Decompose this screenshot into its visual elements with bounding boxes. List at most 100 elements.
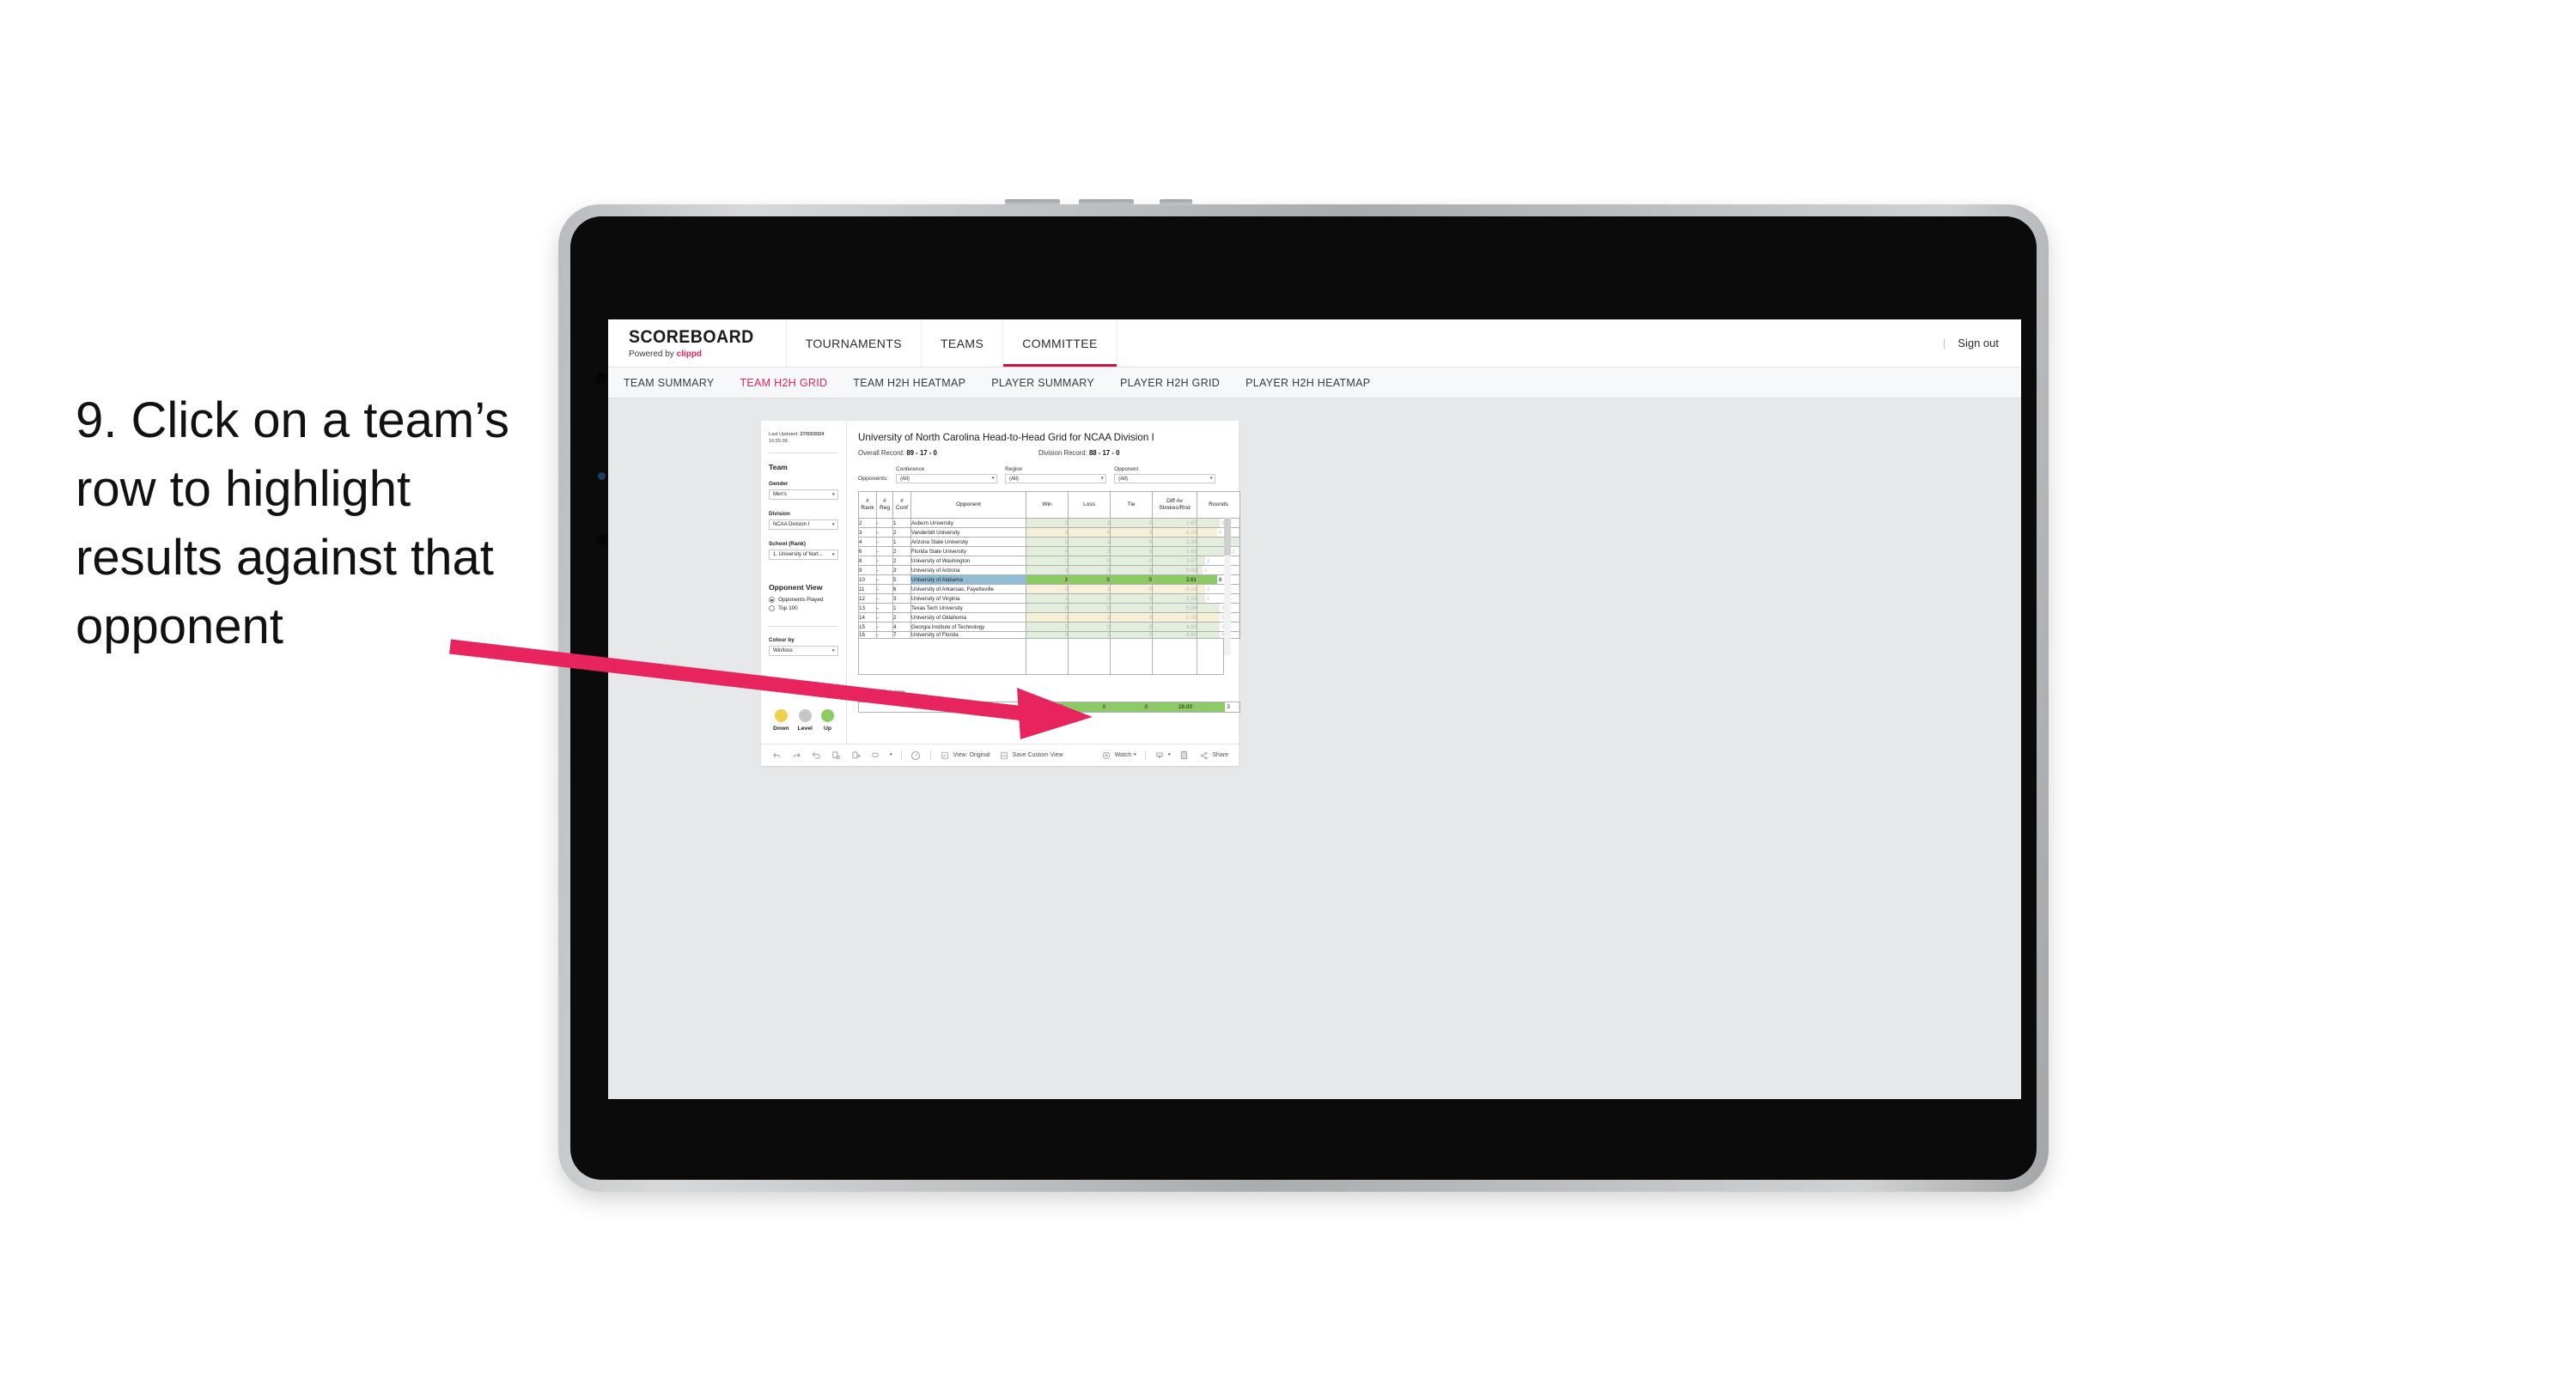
watch-button[interactable]: Watch ▾ xyxy=(1101,750,1136,761)
division-record-value: 88 - 17 - 0 xyxy=(1088,449,1120,457)
tab-team-summary[interactable]: TEAM SUMMARY xyxy=(624,377,714,389)
sensor-dot xyxy=(596,534,607,545)
nav-teams[interactable]: TEAMS xyxy=(922,319,1004,367)
pause-icon[interactable] xyxy=(850,750,862,761)
tab-player-h2h-heatmap[interactable]: PLAYER H2H HEATMAP xyxy=(1245,377,1370,389)
cell-reg: - xyxy=(876,612,893,623)
last-updated-label: Last Updated: xyxy=(769,432,799,437)
save-custom-view-button[interactable]: Save Custom View xyxy=(999,750,1063,761)
table-body: 2-1 Auburn University 2 1 0 1.67 9 3-2 Vanderbil… xyxy=(858,518,1240,639)
table-row[interactable]: 9-3 University of Arizona 1 0 0 9.00 2 xyxy=(858,565,1240,575)
cell-diff: 9.00 xyxy=(1152,565,1197,575)
rounds-bar xyxy=(1197,528,1218,537)
save-view-icon xyxy=(999,750,1010,761)
table-row[interactable]: 16-7 University of Florida 3 1 0 6.62 9 xyxy=(858,631,1240,639)
table-row[interactable]: 10-5 University of Alabama 3 0 0 2.61 8 xyxy=(858,574,1240,585)
radio-opponents-played[interactable]: Opponents Played xyxy=(769,597,838,604)
region-value: (All) xyxy=(1009,476,1019,482)
cell-diff: 6.62 xyxy=(1152,631,1197,639)
refresh-icon[interactable] xyxy=(831,750,842,761)
cell-opponent: University of Arkansas, Fayetteville xyxy=(910,584,1026,594)
share-label: Share xyxy=(1212,752,1228,758)
table-row[interactable]: 14-2 University of Oklahoma 1 2 0 -1.00 9 xyxy=(858,612,1240,623)
out-of-division-row[interactable]: NCAA Division II 1 0 0 26.00 3 xyxy=(858,702,1240,713)
share-button[interactable]: Share xyxy=(1198,750,1228,761)
cell-rank: 4 xyxy=(858,537,877,547)
table-row[interactable]: 12-3 University of Virginia 1 0 0 2.33 3 xyxy=(858,593,1240,604)
region-select[interactable]: (All) ▾ xyxy=(1005,474,1107,483)
cell-win: 0 xyxy=(1026,584,1069,594)
ask-data-icon[interactable] xyxy=(910,750,922,761)
colour-by-select[interactable]: Win/loss ▾ xyxy=(769,646,838,657)
cell-reg: - xyxy=(876,565,893,575)
cell-conf: 1 xyxy=(892,537,911,547)
table-scrollbar[interactable] xyxy=(1224,518,1231,655)
tab-player-summary[interactable]: PLAYER SUMMARY xyxy=(991,377,1094,389)
table-row[interactable]: 6-2 Florida State University 4 2 0 1.83 12 xyxy=(858,546,1240,556)
legend-label-level: Level xyxy=(797,726,813,732)
opponent-select[interactable]: (All) ▾ xyxy=(1114,474,1216,483)
cell-diff: 1.83 xyxy=(1152,546,1197,556)
cell-rounds: 3 xyxy=(1197,584,1240,594)
rounds-bar xyxy=(1197,623,1220,631)
ood-diff: 26.00 xyxy=(1152,702,1197,713)
undo-icon[interactable] xyxy=(771,750,783,761)
conference-select[interactable]: (All) ▾ xyxy=(896,474,998,483)
device-top-button-3 xyxy=(1160,199,1192,205)
conference-label: Conference xyxy=(896,466,925,472)
table-row[interactable]: 2-1 Auburn University 2 1 0 1.67 9 xyxy=(858,518,1240,528)
cell-reg: - xyxy=(876,556,893,566)
table-row[interactable]: 11-6 University of Arkansas, Fayetteville… xyxy=(858,584,1240,594)
nav-committee[interactable]: COMMITTEE xyxy=(1003,319,1117,367)
table-row[interactable]: 3-2 Vanderbilt University 0 4 0 -2.29 8 xyxy=(858,527,1240,538)
gender-select[interactable]: Men’s ▾ xyxy=(769,489,838,501)
browser-page: SCOREBOARD Powered by clippd TOURNAMENTS… xyxy=(608,319,2021,1099)
cell-rank: 6 xyxy=(858,546,877,556)
table-row[interactable]: 4-1Arizona State University5102.2817 xyxy=(858,537,1240,547)
radio-top-100[interactable]: Top 100 xyxy=(769,605,838,612)
cell-rounds: 9 xyxy=(1197,603,1240,613)
cell-opponent: Vanderbilt University xyxy=(910,527,1026,538)
rounds-value: 3 xyxy=(1206,595,1210,602)
custom-views-icon[interactable] xyxy=(870,750,881,761)
rounds-value: 2 xyxy=(1203,567,1208,574)
cell-win: 2 xyxy=(1026,518,1069,528)
cell-tie: 0 xyxy=(1110,603,1153,613)
col-opponent: Opponent xyxy=(910,491,1026,519)
filter-sidebar: Last Updated: 27/03/2024 16:55:38 Team G… xyxy=(761,421,847,744)
table-row[interactable]: 13-1 Texas Tech University 3 0 0 5.56 9 xyxy=(858,603,1240,613)
cell-loss: 0 xyxy=(1068,574,1111,585)
fullscreen-icon[interactable] xyxy=(1178,750,1190,761)
view-original-button[interactable]: View: Original xyxy=(940,750,990,761)
revert-icon[interactable] xyxy=(811,750,822,761)
team-heading: Team xyxy=(769,463,788,472)
cell-tie: 0 xyxy=(1110,622,1153,632)
school-select[interactable]: 1. University of Nort... ▾ xyxy=(769,550,838,561)
tab-team-h2h-heatmap[interactable]: TEAM H2H HEATMAP xyxy=(853,377,965,389)
cell-tie: 0 xyxy=(1110,537,1153,547)
brand-logo[interactable]: SCOREBOARD Powered by clippd xyxy=(608,319,787,367)
colour-by-label: Colour by xyxy=(769,637,795,644)
cell-rank: 15 xyxy=(858,622,877,632)
redo-icon[interactable] xyxy=(791,750,802,761)
scrollbar-thumb[interactable] xyxy=(1224,518,1231,556)
cell-loss: 2 xyxy=(1068,546,1111,556)
col-tie: Tie xyxy=(1110,491,1153,519)
cell-reg: - xyxy=(876,527,893,538)
tab-player-h2h-grid[interactable]: PLAYER H2H GRID xyxy=(1120,377,1220,389)
device-top-button-1 xyxy=(1005,199,1060,205)
tab-team-h2h-grid[interactable]: TEAM H2H GRID xyxy=(740,377,827,389)
cell-rank: 8 xyxy=(858,556,877,566)
cell-conf: 1 xyxy=(892,603,911,613)
division-select[interactable]: NCAA Division I ▾ xyxy=(769,519,838,531)
nav-tournaments[interactable]: TOURNAMENTS xyxy=(787,319,922,367)
table-row[interactable]: 8-2 University of Washington 1 0 0 3.67 3 xyxy=(858,556,1240,566)
download-button[interactable]: ▾ xyxy=(1154,750,1171,761)
chevron-down-icon[interactable]: ▾ xyxy=(890,753,892,757)
table-row[interactable]: 15-4 Georgia Institute of Technology 5 0 0 4.… xyxy=(858,622,1240,632)
gender-filter: Gender Men’s ▾ xyxy=(769,481,838,501)
sign-out-button[interactable]: | Sign out xyxy=(1943,319,2021,367)
front-camera xyxy=(596,373,607,384)
h2h-grid-table: # Rank # Reg # Conf Opponent Win Loss Tie D… xyxy=(858,491,1240,639)
